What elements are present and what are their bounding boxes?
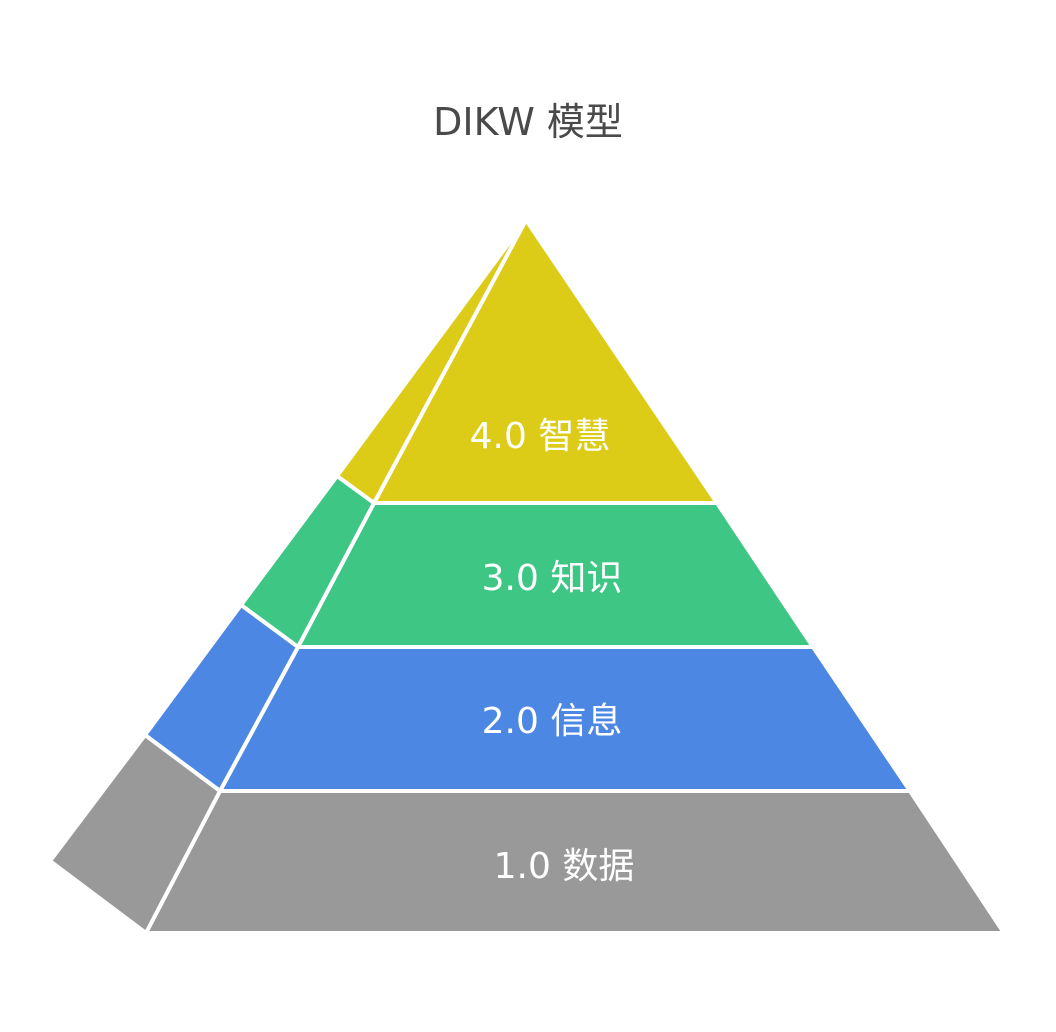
layer-wisdom-label: 4.0 智慧 bbox=[470, 416, 611, 457]
layer-wisdom: 4.0 智慧 bbox=[335, 218, 719, 505]
layer-knowledge-label: 3.0 知识 bbox=[482, 558, 623, 599]
layer-knowledge: 3.0 知识 bbox=[239, 474, 815, 649]
layer-information-label: 2.0 信息 bbox=[482, 701, 623, 742]
dikw-pyramid: 4.0 智慧 3.0 知识 2.0 信息 1.0 数据 bbox=[48, 218, 1006, 935]
layer-data-label: 1.0 数据 bbox=[494, 846, 635, 887]
